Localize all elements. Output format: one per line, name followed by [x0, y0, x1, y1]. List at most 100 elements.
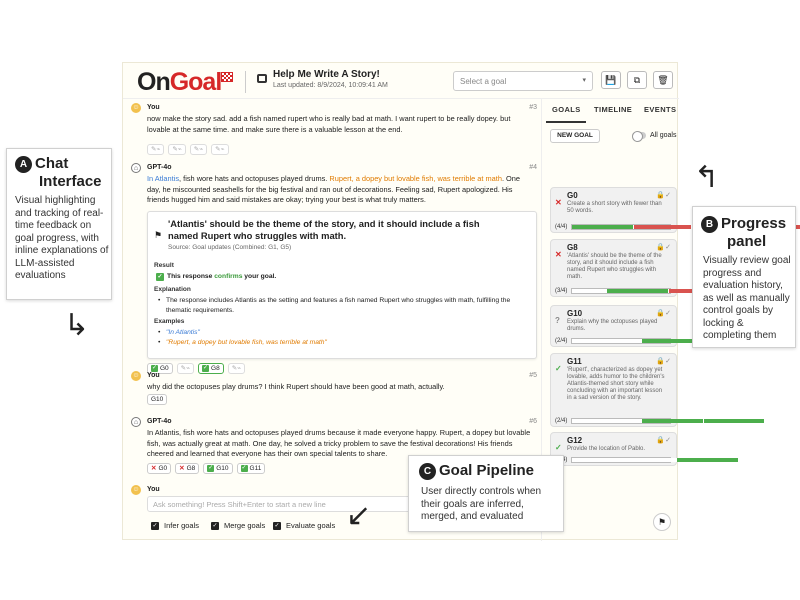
progress-segment: #d9534f [633, 225, 693, 229]
checkbox-icon: ✓ [211, 521, 219, 530]
message-text: now make the story sad. add a fish named… [147, 114, 511, 134]
goal-eval-count: (3/4) [555, 288, 568, 294]
goal-progress-bar: #ffffff#ffffff#ffffff#4cae4c [571, 457, 739, 463]
flag-icon: ⚑ [154, 230, 163, 240]
goal-description: 'Rupert', characterized as dopey yet lov… [567, 367, 665, 401]
x-icon: ✕ [151, 465, 157, 472]
goal-card-g0[interactable]: ✕ G0 🔒✓ Create a short story with fewer tha… [550, 187, 800, 233]
trash-icon: 🗑 [657, 75, 669, 85]
message-text: In Atlantis, fish wore hats and octopuse… [147, 174, 521, 204]
evaluation-source: Source: Goal updates (Combined: G1, G5) [168, 244, 292, 251]
user-avatar-icon: ☺ [131, 103, 141, 113]
copy-button[interactable]: ⧉ [627, 71, 647, 89]
goal-chip-g8[interactable]: ✕ G8 [175, 463, 200, 474]
goal-chip-g10[interactable]: ✓ G10 [203, 463, 233, 474]
goal-description: Provide the location of Pablo. [567, 446, 646, 452]
checkbox-icon: ✓ [151, 521, 159, 530]
checkbox-icon: ✓ [273, 521, 281, 530]
goal-chip-g11[interactable]: ✓ G11 [236, 463, 266, 474]
goal-chip-pending[interactable]: ✎⌁ [147, 144, 165, 155]
annotation-goal-pipeline: C Goal Pipeline User directly controls wh… [408, 455, 564, 532]
examples-heading: Examples [154, 318, 185, 325]
badge-c: C [419, 462, 436, 480]
progress-segment: #ffffff [642, 458, 678, 462]
chevron-down-icon: ▾ [582, 77, 586, 84]
divider [245, 71, 246, 93]
check-icon: ✓ [207, 465, 215, 472]
conversation-title: Help Me Write A Story! [273, 69, 380, 80]
bot-avatar-icon: ⌂ [131, 163, 141, 173]
message-number: #5 [529, 372, 537, 379]
highlight-span[interactable]: In Atlantis [147, 174, 179, 183]
all-goals-toggle[interactable] [632, 131, 646, 142]
goal-chip-pending[interactable]: ✎⌁ [211, 144, 229, 155]
goal-chips: ✕ G0 ✕ G8 ✓ G10 ✓ G11 [147, 463, 266, 474]
annotation-text: User directly controls when their goals … [421, 486, 542, 522]
annotation-text: Visually review goal progress and evalua… [703, 255, 791, 341]
goal-chips: G10 [147, 394, 168, 405]
lock-check-icon[interactable]: 🔒✓ [656, 436, 671, 444]
explanation-heading: Explanation [154, 286, 191, 293]
message-number: #3 [529, 104, 537, 111]
sender: You [147, 104, 160, 111]
save-button[interactable]: 💾 [601, 71, 621, 89]
highlight-span[interactable]: Rupert, a dopey but lovable fish, was te… [329, 174, 502, 183]
progress-segment: #ffffff [607, 419, 643, 423]
all-goals-label: All goals [650, 132, 677, 139]
user-avatar-icon: ☺ [131, 485, 141, 495]
evaluation-goal-title: 'Atlantis' should be the theme of the st… [168, 218, 480, 241]
goal-progress-bar: #ffffff#ffffff#4cae4c#e8b84a [571, 338, 768, 344]
goal-id: G8 [567, 243, 578, 252]
goal-chip-pending[interactable]: ✎⌁ [189, 144, 208, 155]
message-number: #6 [529, 418, 537, 425]
goal-card-g8[interactable]: ✕ G8 🔒✓ 'Atlantis' should be the theme of t… [550, 239, 787, 297]
goal-card-g10[interactable]: ? G10 🔒✓ Explain why the octopuses played d… [550, 305, 768, 347]
tab-goals[interactable]: GOALS [552, 105, 581, 114]
chat-message: ⌂ GPT-4o #4 In Atlantis, fish wore hats … [131, 163, 541, 393]
goal-eval-count: (4/4) [555, 224, 568, 230]
progress-segment: #4cae4c [607, 289, 669, 293]
message-text: why did the octopuses play drums? I thin… [147, 382, 445, 391]
sender: GPT-4o [147, 164, 172, 171]
merge-goals-checkbox[interactable]: ✓ Merge goals [211, 521, 265, 530]
chat-message: ☺ You #3 now make the story sad. add a f… [131, 103, 541, 155]
result-heading: Result [154, 262, 174, 269]
tab-timeline[interactable]: TIMELINE [594, 105, 632, 114]
check-icon: ✓ [240, 465, 248, 472]
tab-events[interactable]: EVENTS [644, 105, 676, 114]
sender: You [147, 372, 160, 379]
flag-button[interactable]: ⚑ [653, 513, 671, 531]
save-icon: 💾 [605, 75, 617, 85]
goal-progress-bar: #ffffff#ffffff#4cae4c#4cae4c [571, 418, 766, 424]
delete-button[interactable]: 🗑 [653, 71, 673, 89]
lock-check-icon[interactable]: 🔒✓ [656, 243, 671, 251]
goal-card-g11[interactable]: ✓ G11 🔒✓ 'Rupert', characterized as dopey y… [550, 353, 766, 427]
lock-check-icon[interactable]: 🔒✓ [656, 357, 671, 365]
goal-status-icon: ✕ [555, 198, 562, 207]
progress-segment: #4cae4c [677, 458, 739, 462]
infer-goals-checkbox[interactable]: ✓ Infer goals [151, 521, 199, 530]
goal-status-icon: ✕ [555, 250, 562, 259]
goal-chip-g10[interactable]: G10 [147, 394, 168, 405]
active-tab-indicator [546, 121, 586, 123]
goal-select[interactable]: Select a goal ▾ [453, 71, 593, 91]
sender: You [147, 486, 160, 493]
lock-check-icon[interactable]: 🔒✓ [656, 309, 671, 317]
chat-message: ☺ You #5 why did the octopuses play drum… [131, 371, 541, 411]
goal-card-g12[interactable]: ✓G12🔒✓Provide the location of Pablo.(1/4… [550, 432, 739, 466]
checkered-flag-icon [221, 72, 233, 82]
bot-avatar-icon: ⌂ [131, 417, 141, 427]
lock-check-icon[interactable]: 🔒✓ [656, 191, 671, 199]
goal-progress-bar: #ffffff#4cae4c#d9534f#d9534f [571, 288, 787, 294]
goal-chip-g0[interactable]: ✕ G0 [147, 463, 172, 474]
progress-segment: #4cae4c [703, 419, 766, 423]
header: OnGoal Help Me Write A Story! Last updat… [123, 63, 679, 99]
logo: OnGoal [137, 68, 222, 96]
result-text: ✓ This response confirms your goal. [156, 273, 277, 281]
copy-icon: ⧉ [633, 75, 641, 85]
goal-progress-bar: #4cae4c#d9534f#d9534f#d9534f [571, 224, 800, 230]
evaluate-goals-checkbox[interactable]: ✓ Evaluate goals [273, 521, 335, 530]
goal-chip-pending[interactable]: ✎⌁ [168, 144, 186, 155]
progress-segment: #4cae4c [572, 225, 634, 229]
new-goal-button[interactable]: NEW GOAL [550, 129, 600, 143]
